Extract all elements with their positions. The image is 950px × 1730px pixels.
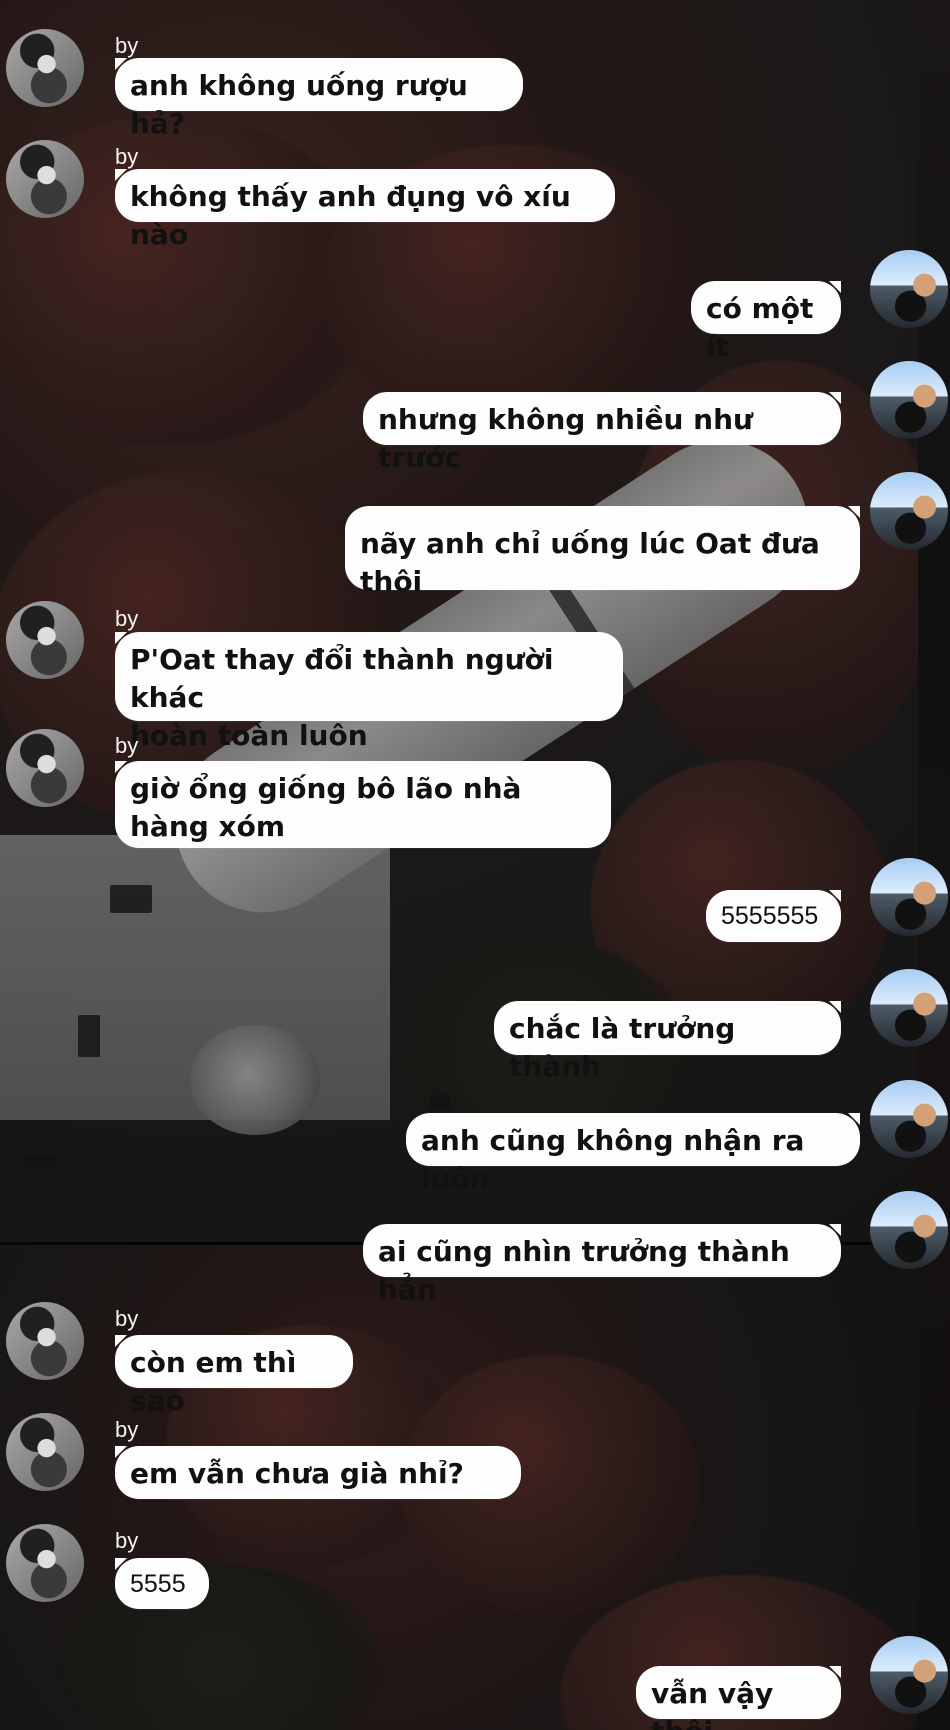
- message-bubble[interactable]: 5555555: [706, 890, 841, 942]
- message-bubble[interactable]: ai cũng nhìn trưởng thành hẳn: [363, 1224, 841, 1306]
- ter-avatar[interactable]: [870, 361, 948, 439]
- message-bubble[interactable]: còn em thì sao: [115, 1335, 353, 1417]
- by-avatar[interactable]: [6, 140, 84, 218]
- by-avatar[interactable]: [6, 601, 84, 679]
- by-avatar[interactable]: [6, 1302, 84, 1380]
- sender-name: by: [115, 33, 139, 58]
- chat-screen: by anh không uống rượu hả? by không thấy…: [0, 0, 950, 1730]
- ash-mark: [25, 1155, 55, 1169]
- message-bubble[interactable]: giờ ổng giống bô lão nhà hàng xóm: [115, 761, 611, 848]
- sender-name: by: [115, 1528, 139, 1553]
- ter-avatar[interactable]: [870, 1191, 948, 1269]
- message-bubble[interactable]: 5555: [115, 1558, 209, 1609]
- sender-name: by: [115, 1417, 139, 1442]
- message-bubble[interactable]: anh không uống rượu hả?: [115, 58, 523, 140]
- ter-avatar[interactable]: [870, 250, 948, 328]
- message-bubble[interactable]: vẫn vậy thôi: [636, 1666, 841, 1730]
- ash-mark: [78, 1015, 100, 1057]
- message-bubble[interactable]: nhưng không nhiều như trước: [363, 392, 841, 474]
- paper-shape: [0, 835, 390, 1120]
- message-bubble[interactable]: em vẫn chưa già nhỉ?: [115, 1446, 521, 1499]
- message-bubble[interactable]: chắc là trưởng thành: [494, 1001, 841, 1083]
- ter-avatar[interactable]: [870, 1636, 948, 1714]
- by-avatar[interactable]: [6, 1524, 84, 1602]
- sender-name: by: [115, 606, 139, 631]
- message-bubble[interactable]: P'Oat thay đổi thành người khác hoàn toà…: [115, 632, 623, 752]
- message-bubble[interactable]: nãy anh chỉ uống lúc Oat đưa thôi: [345, 506, 860, 598]
- message-bubble[interactable]: có một ít: [691, 281, 841, 363]
- cigarette-end-shape: [190, 1025, 320, 1135]
- ter-avatar[interactable]: [870, 472, 948, 550]
- by-avatar[interactable]: [6, 729, 84, 807]
- message-bubble[interactable]: anh cũng không nhận ra luôn: [406, 1113, 860, 1195]
- by-avatar[interactable]: [6, 29, 84, 107]
- ter-avatar[interactable]: [870, 1080, 948, 1158]
- sender-name: by: [115, 733, 139, 758]
- leaf-shape: [60, 1565, 380, 1730]
- sender-name: by: [115, 1306, 139, 1331]
- by-avatar[interactable]: [6, 1413, 84, 1491]
- sender-name: by: [115, 144, 139, 169]
- ter-avatar[interactable]: [870, 969, 948, 1047]
- ter-avatar[interactable]: [870, 858, 948, 936]
- ash-mark: [110, 885, 152, 913]
- message-bubble[interactable]: không thấy anh đụng vô xíu nào: [115, 169, 615, 251]
- ash-mark: [430, 1095, 450, 1109]
